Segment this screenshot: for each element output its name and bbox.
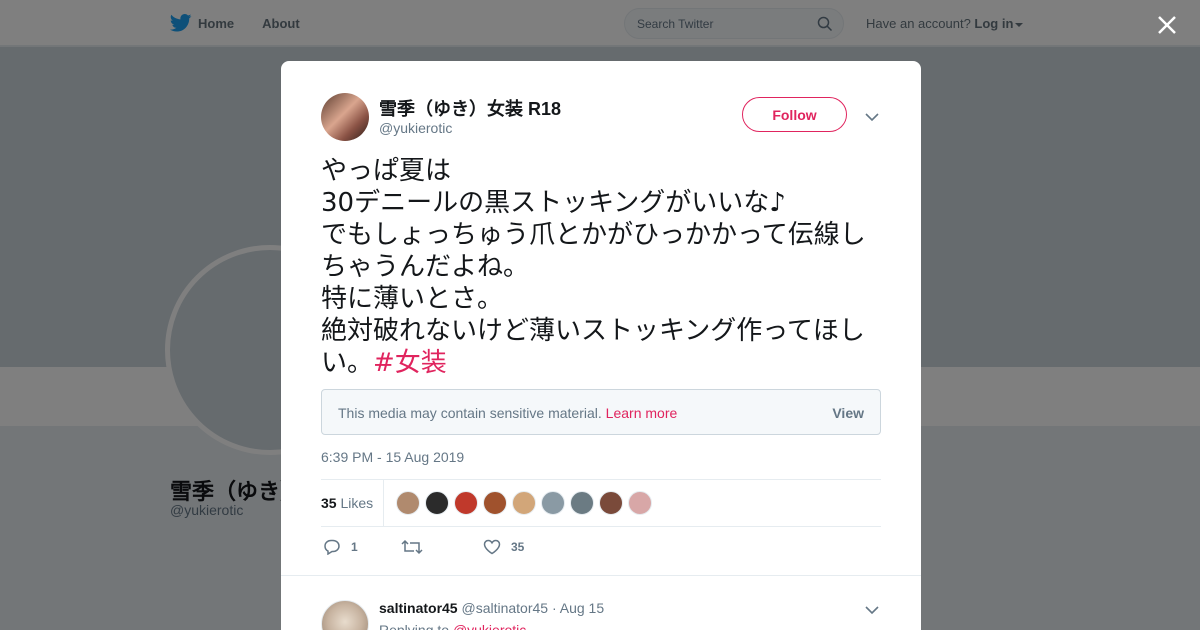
reply-tweet[interactable]: saltinator45 @saltinator45 · Aug 15 Repl… xyxy=(281,575,921,630)
likes-count[interactable]: 35 Likes xyxy=(321,495,373,511)
tweet-line: 30デニールの黒ストッキングがいいな♪ xyxy=(321,188,786,218)
author-name[interactable]: 雪季（ゆき）女装 R18 xyxy=(379,95,561,121)
reply-count: 1 xyxy=(351,540,358,554)
author-handle[interactable]: @yukierotic xyxy=(379,120,452,136)
tweet-modal: 雪季（ゆき）女装 R18 @yukierotic Follow やっぱ夏は 30… xyxy=(281,61,921,630)
liker-avatar[interactable] xyxy=(512,491,536,515)
hashtag-link[interactable]: #女装 xyxy=(373,348,447,378)
reply-author-name[interactable]: saltinator45 xyxy=(379,600,458,616)
reply-author-handle[interactable]: @saltinator45 xyxy=(461,600,548,616)
tweet-stats: 35 Likes xyxy=(321,479,881,527)
sensitive-message: This media may contain sensitive materia… xyxy=(338,405,677,421)
tweet-line: 特に薄いとさ。 xyxy=(321,284,504,314)
liker-avatar[interactable] xyxy=(599,491,623,515)
reply-avatar[interactable] xyxy=(321,600,369,630)
likers-avatars xyxy=(396,491,657,515)
close-icon[interactable] xyxy=(1154,12,1180,38)
replying-prefix: Replying to xyxy=(379,622,450,630)
retweet-icon xyxy=(401,539,423,555)
sensitive-media-notice: This media may contain sensitive materia… xyxy=(321,389,881,435)
reply-date[interactable]: · Aug 15 xyxy=(552,600,604,616)
liker-avatar[interactable] xyxy=(628,491,652,515)
tweet-line-last: 絶対破れないけど薄いストッキング作ってほしい。#女装 xyxy=(321,315,881,379)
liker-avatar[interactable] xyxy=(541,491,565,515)
replying-to: Replying to @yukierotic xyxy=(379,622,526,630)
liker-avatar[interactable] xyxy=(454,491,478,515)
author-avatar[interactable] xyxy=(321,93,369,141)
view-button[interactable]: View xyxy=(832,405,864,421)
reply-header: saltinator45 @saltinator45 · Aug 15 xyxy=(379,600,604,616)
replying-mention[interactable]: @yukierotic xyxy=(453,622,526,630)
likes-number: 35 xyxy=(321,495,337,511)
tweet-line: やっぱ夏は xyxy=(321,156,452,186)
chevron-down-icon[interactable] xyxy=(865,602,879,620)
liker-avatar[interactable] xyxy=(425,491,449,515)
reply-action[interactable]: 1 xyxy=(323,539,358,555)
like-count: 35 xyxy=(511,540,525,554)
liker-avatar[interactable] xyxy=(483,491,507,515)
learn-more-link[interactable]: Learn more xyxy=(606,405,678,421)
retweet-action[interactable] xyxy=(401,539,433,555)
stats-divider xyxy=(383,480,384,526)
tweet-text: やっぱ夏は 30デニールの黒ストッキングがいいな♪ でもしょっちゅう爪とかがひっ… xyxy=(321,155,881,379)
reply-icon xyxy=(324,539,340,555)
tweet-line: でもしょっちゅう爪とかがひっかかって伝線しちゃうんだよね。 xyxy=(321,220,866,282)
liker-avatar[interactable] xyxy=(396,491,420,515)
likes-label: Likes xyxy=(340,495,374,511)
tweet-timestamp[interactable]: 6:39 PM - 15 Aug 2019 xyxy=(321,449,464,465)
follow-button[interactable]: Follow xyxy=(742,97,847,132)
heart-icon xyxy=(483,539,501,555)
sensitive-message-text: This media may contain sensitive materia… xyxy=(338,405,602,421)
liker-avatar[interactable] xyxy=(570,491,594,515)
like-action[interactable]: 35 xyxy=(483,539,524,555)
tweet-actions: 1 35 xyxy=(321,537,881,561)
chevron-down-icon[interactable] xyxy=(865,109,879,127)
